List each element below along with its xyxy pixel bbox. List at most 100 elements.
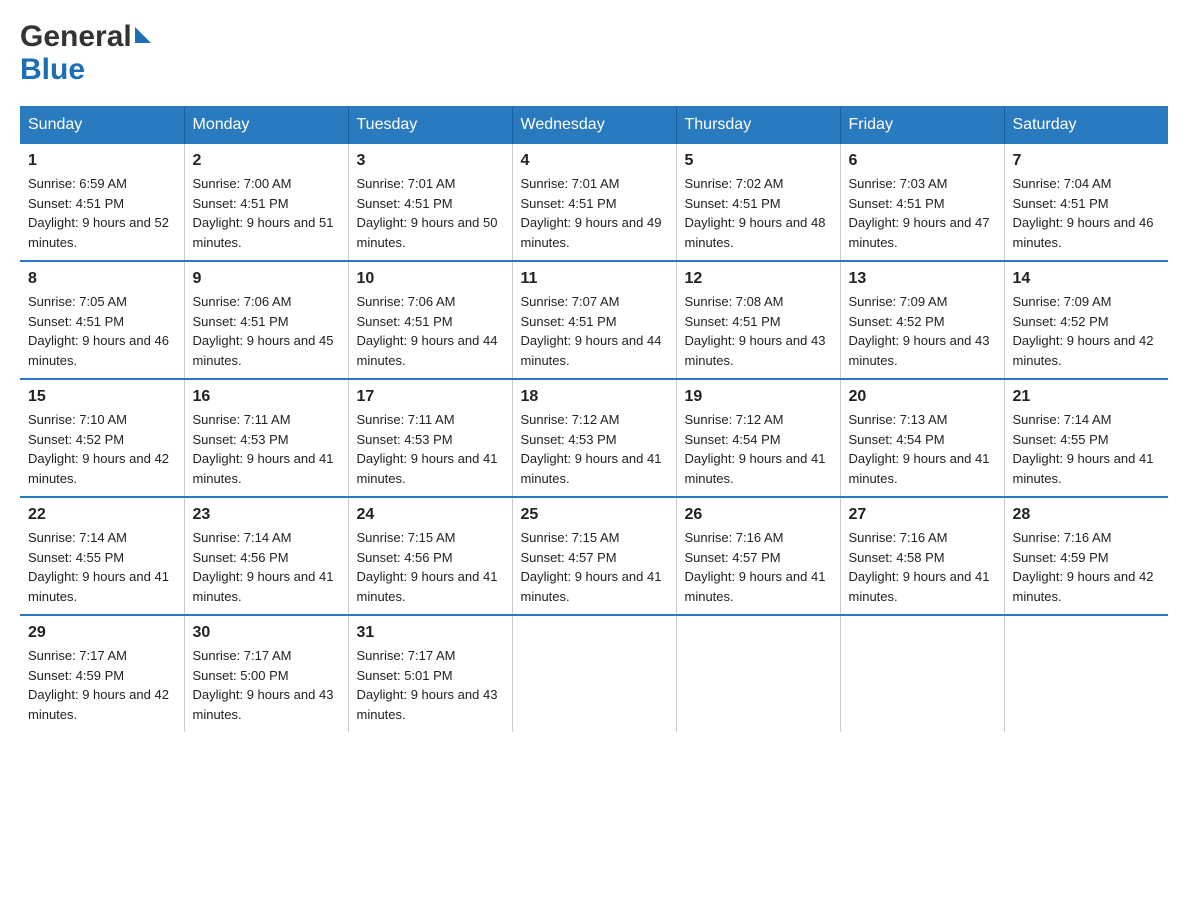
day-info: Sunrise: 7:06 AM Sunset: 4:51 PM Dayligh… <box>193 292 340 370</box>
day-info: Sunrise: 7:16 AM Sunset: 4:59 PM Dayligh… <box>1013 528 1161 606</box>
day-info: Sunrise: 7:14 AM Sunset: 4:56 PM Dayligh… <box>193 528 340 606</box>
day-cell: 10 Sunrise: 7:06 AM Sunset: 4:51 PM Dayl… <box>348 261 512 379</box>
day-cell: 30 Sunrise: 7:17 AM Sunset: 5:00 PM Dayl… <box>184 615 348 732</box>
day-number: 10 <box>357 270 504 288</box>
days-of-week-row: SundayMondayTuesdayWednesdayThursdayFrid… <box>20 106 1168 144</box>
week-row-3: 15 Sunrise: 7:10 AM Sunset: 4:52 PM Dayl… <box>20 379 1168 497</box>
page-header: General Blue <box>20 20 1168 86</box>
day-cell: 26 Sunrise: 7:16 AM Sunset: 4:57 PM Dayl… <box>676 497 840 615</box>
header-sunday: Sunday <box>20 106 184 144</box>
day-info: Sunrise: 7:14 AM Sunset: 4:55 PM Dayligh… <box>1013 410 1161 488</box>
day-cell: 19 Sunrise: 7:12 AM Sunset: 4:54 PM Dayl… <box>676 379 840 497</box>
day-number: 22 <box>28 506 176 524</box>
day-cell: 29 Sunrise: 7:17 AM Sunset: 4:59 PM Dayl… <box>20 615 184 732</box>
day-cell: 27 Sunrise: 7:16 AM Sunset: 4:58 PM Dayl… <box>840 497 1004 615</box>
calendar-table: SundayMondayTuesdayWednesdayThursdayFrid… <box>20 106 1168 732</box>
day-info: Sunrise: 7:01 AM Sunset: 4:51 PM Dayligh… <box>521 174 668 252</box>
day-cell: 31 Sunrise: 7:17 AM Sunset: 5:01 PM Dayl… <box>348 615 512 732</box>
day-info: Sunrise: 7:12 AM Sunset: 4:54 PM Dayligh… <box>685 410 832 488</box>
day-number: 31 <box>357 624 504 642</box>
day-number: 16 <box>193 388 340 406</box>
header-wednesday: Wednesday <box>512 106 676 144</box>
logo-triangle-icon <box>135 27 151 43</box>
logo: General Blue <box>20 20 151 86</box>
day-info: Sunrise: 7:16 AM Sunset: 4:57 PM Dayligh… <box>685 528 832 606</box>
day-cell: 28 Sunrise: 7:16 AM Sunset: 4:59 PM Dayl… <box>1004 497 1168 615</box>
day-number: 6 <box>849 152 996 170</box>
day-number: 8 <box>28 270 176 288</box>
day-cell: 21 Sunrise: 7:14 AM Sunset: 4:55 PM Dayl… <box>1004 379 1168 497</box>
day-number: 23 <box>193 506 340 524</box>
header-monday: Monday <box>184 106 348 144</box>
day-number: 13 <box>849 270 996 288</box>
day-info: Sunrise: 7:15 AM Sunset: 4:57 PM Dayligh… <box>521 528 668 606</box>
day-info: Sunrise: 7:03 AM Sunset: 4:51 PM Dayligh… <box>849 174 996 252</box>
day-number: 26 <box>685 506 832 524</box>
logo-blue-text: Blue <box>20 53 85 86</box>
day-number: 20 <box>849 388 996 406</box>
day-cell <box>1004 615 1168 732</box>
day-number: 18 <box>521 388 668 406</box>
calendar-header: SundayMondayTuesdayWednesdayThursdayFrid… <box>20 106 1168 144</box>
day-cell: 2 Sunrise: 7:00 AM Sunset: 4:51 PM Dayli… <box>184 144 348 261</box>
day-number: 3 <box>357 152 504 170</box>
day-cell <box>676 615 840 732</box>
day-info: Sunrise: 7:08 AM Sunset: 4:51 PM Dayligh… <box>685 292 832 370</box>
day-cell: 5 Sunrise: 7:02 AM Sunset: 4:51 PM Dayli… <box>676 144 840 261</box>
day-cell: 20 Sunrise: 7:13 AM Sunset: 4:54 PM Dayl… <box>840 379 1004 497</box>
day-cell: 3 Sunrise: 7:01 AM Sunset: 4:51 PM Dayli… <box>348 144 512 261</box>
day-info: Sunrise: 7:15 AM Sunset: 4:56 PM Dayligh… <box>357 528 504 606</box>
day-cell: 7 Sunrise: 7:04 AM Sunset: 4:51 PM Dayli… <box>1004 144 1168 261</box>
day-cell: 18 Sunrise: 7:12 AM Sunset: 4:53 PM Dayl… <box>512 379 676 497</box>
day-number: 14 <box>1013 270 1161 288</box>
day-info: Sunrise: 7:11 AM Sunset: 4:53 PM Dayligh… <box>357 410 504 488</box>
day-cell: 9 Sunrise: 7:06 AM Sunset: 4:51 PM Dayli… <box>184 261 348 379</box>
day-cell: 22 Sunrise: 7:14 AM Sunset: 4:55 PM Dayl… <box>20 497 184 615</box>
day-cell <box>840 615 1004 732</box>
day-cell: 25 Sunrise: 7:15 AM Sunset: 4:57 PM Dayl… <box>512 497 676 615</box>
day-number: 1 <box>28 152 176 170</box>
day-info: Sunrise: 7:13 AM Sunset: 4:54 PM Dayligh… <box>849 410 996 488</box>
day-number: 11 <box>521 270 668 288</box>
day-cell: 11 Sunrise: 7:07 AM Sunset: 4:51 PM Dayl… <box>512 261 676 379</box>
day-info: Sunrise: 7:09 AM Sunset: 4:52 PM Dayligh… <box>1013 292 1161 370</box>
header-friday: Friday <box>840 106 1004 144</box>
day-info: Sunrise: 7:14 AM Sunset: 4:55 PM Dayligh… <box>28 528 176 606</box>
day-info: Sunrise: 7:00 AM Sunset: 4:51 PM Dayligh… <box>193 174 340 252</box>
week-row-5: 29 Sunrise: 7:17 AM Sunset: 4:59 PM Dayl… <box>20 615 1168 732</box>
day-number: 5 <box>685 152 832 170</box>
day-info: Sunrise: 7:05 AM Sunset: 4:51 PM Dayligh… <box>28 292 176 370</box>
week-row-2: 8 Sunrise: 7:05 AM Sunset: 4:51 PM Dayli… <box>20 261 1168 379</box>
day-number: 2 <box>193 152 340 170</box>
day-info: Sunrise: 7:17 AM Sunset: 5:00 PM Dayligh… <box>193 646 340 724</box>
week-row-4: 22 Sunrise: 7:14 AM Sunset: 4:55 PM Dayl… <box>20 497 1168 615</box>
day-info: Sunrise: 7:07 AM Sunset: 4:51 PM Dayligh… <box>521 292 668 370</box>
day-number: 29 <box>28 624 176 642</box>
day-number: 9 <box>193 270 340 288</box>
day-number: 24 <box>357 506 504 524</box>
day-number: 30 <box>193 624 340 642</box>
day-number: 19 <box>685 388 832 406</box>
day-info: Sunrise: 7:17 AM Sunset: 5:01 PM Dayligh… <box>357 646 504 724</box>
day-cell: 17 Sunrise: 7:11 AM Sunset: 4:53 PM Dayl… <box>348 379 512 497</box>
week-row-1: 1 Sunrise: 6:59 AM Sunset: 4:51 PM Dayli… <box>20 144 1168 261</box>
day-cell <box>512 615 676 732</box>
day-cell: 1 Sunrise: 6:59 AM Sunset: 4:51 PM Dayli… <box>20 144 184 261</box>
day-number: 25 <box>521 506 668 524</box>
header-thursday: Thursday <box>676 106 840 144</box>
day-number: 7 <box>1013 152 1161 170</box>
day-cell: 4 Sunrise: 7:01 AM Sunset: 4:51 PM Dayli… <box>512 144 676 261</box>
day-info: Sunrise: 7:10 AM Sunset: 4:52 PM Dayligh… <box>28 410 176 488</box>
day-cell: 12 Sunrise: 7:08 AM Sunset: 4:51 PM Dayl… <box>676 261 840 379</box>
day-info: Sunrise: 7:04 AM Sunset: 4:51 PM Dayligh… <box>1013 174 1161 252</box>
day-cell: 13 Sunrise: 7:09 AM Sunset: 4:52 PM Dayl… <box>840 261 1004 379</box>
day-number: 21 <box>1013 388 1161 406</box>
day-info: Sunrise: 7:02 AM Sunset: 4:51 PM Dayligh… <box>685 174 832 252</box>
calendar-body: 1 Sunrise: 6:59 AM Sunset: 4:51 PM Dayli… <box>20 144 1168 732</box>
day-number: 15 <box>28 388 176 406</box>
day-info: Sunrise: 7:16 AM Sunset: 4:58 PM Dayligh… <box>849 528 996 606</box>
day-cell: 8 Sunrise: 7:05 AM Sunset: 4:51 PM Dayli… <box>20 261 184 379</box>
day-info: Sunrise: 7:17 AM Sunset: 4:59 PM Dayligh… <box>28 646 176 724</box>
day-info: Sunrise: 6:59 AM Sunset: 4:51 PM Dayligh… <box>28 174 176 252</box>
day-number: 28 <box>1013 506 1161 524</box>
